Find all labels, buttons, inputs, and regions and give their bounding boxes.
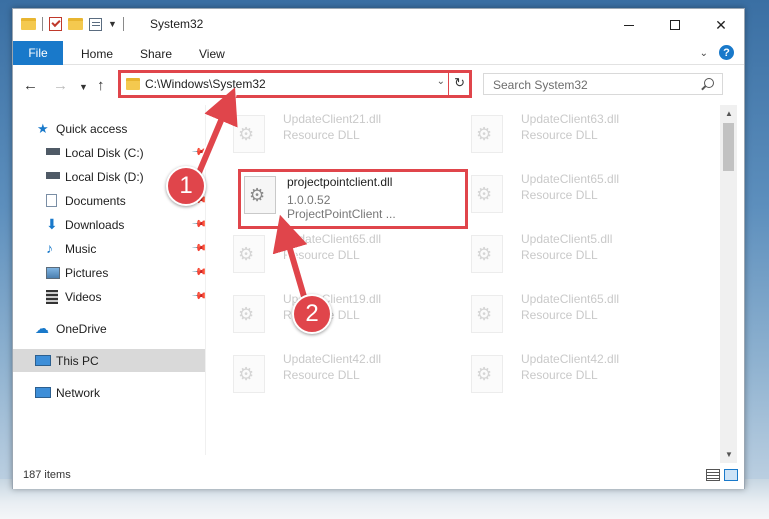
arrow-2 — [272, 214, 308, 301]
callout-1: 1 — [166, 166, 206, 206]
annotation-arrows — [193, 87, 310, 305]
arrow-1 — [195, 87, 238, 177]
callout-2: 2 — [292, 294, 332, 334]
